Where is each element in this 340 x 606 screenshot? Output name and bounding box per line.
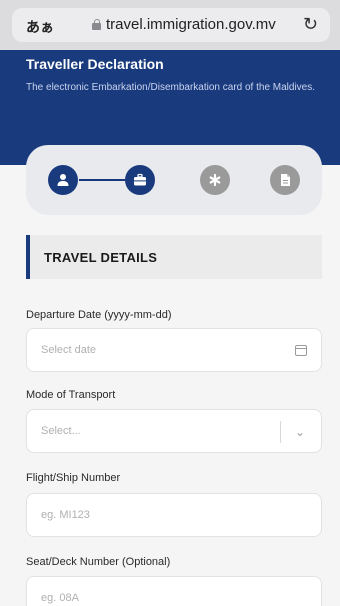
person-icon: [57, 174, 69, 186]
departure-date-field[interactable]: Select date: [26, 328, 322, 372]
page-subtitle: The electronic Embarkation/Disembarkatio…: [26, 82, 316, 93]
progress-stepper: [26, 145, 322, 215]
chevron-down-icon[interactable]: ⌄: [295, 425, 305, 439]
flight-number-placeholder: eg. MI123: [41, 509, 90, 521]
departure-date-placeholder: Select date: [41, 344, 97, 356]
reload-icon[interactable]: ↻: [303, 14, 318, 35]
transport-placeholder: Select...: [41, 425, 81, 437]
step-declaration[interactable]: [270, 165, 300, 195]
calendar-icon[interactable]: [295, 345, 307, 356]
briefcase-icon: [134, 173, 146, 186]
url-text[interactable]: travel.immigration.gov.mv: [106, 16, 276, 33]
section-title: TRAVEL DETAILS: [44, 250, 158, 265]
step-health[interactable]: [200, 165, 230, 195]
step-personal[interactable]: [48, 165, 78, 195]
seat-number-label: Seat/Deck Number (Optional): [26, 556, 171, 568]
transport-select[interactable]: Select... ⌄: [26, 409, 322, 453]
browser-toolbar: あぁ travel.immigration.gov.mv ↻: [0, 0, 340, 50]
document-icon: [281, 174, 290, 186]
lock-icon: [92, 19, 101, 30]
text-size-button[interactable]: あぁ: [26, 17, 54, 37]
select-divider: [280, 421, 281, 443]
section-header: TRAVEL DETAILS: [26, 235, 322, 279]
address-bar[interactable]: あぁ travel.immigration.gov.mv ↻: [12, 8, 330, 42]
asterisk-icon: [209, 173, 221, 187]
transport-label: Mode of Transport: [26, 389, 116, 401]
flight-number-label: Flight/Ship Number: [26, 472, 121, 484]
departure-date-label: Departure Date (yyyy-mm-dd): [26, 309, 172, 321]
step-travel[interactable]: [125, 165, 155, 195]
seat-number-placeholder: eg. 08A: [41, 592, 79, 604]
flight-number-field[interactable]: eg. MI123: [26, 493, 322, 537]
step-connector: [79, 179, 125, 181]
page-title: Traveller Declaration: [26, 56, 164, 72]
seat-number-field[interactable]: eg. 08A: [26, 576, 322, 606]
